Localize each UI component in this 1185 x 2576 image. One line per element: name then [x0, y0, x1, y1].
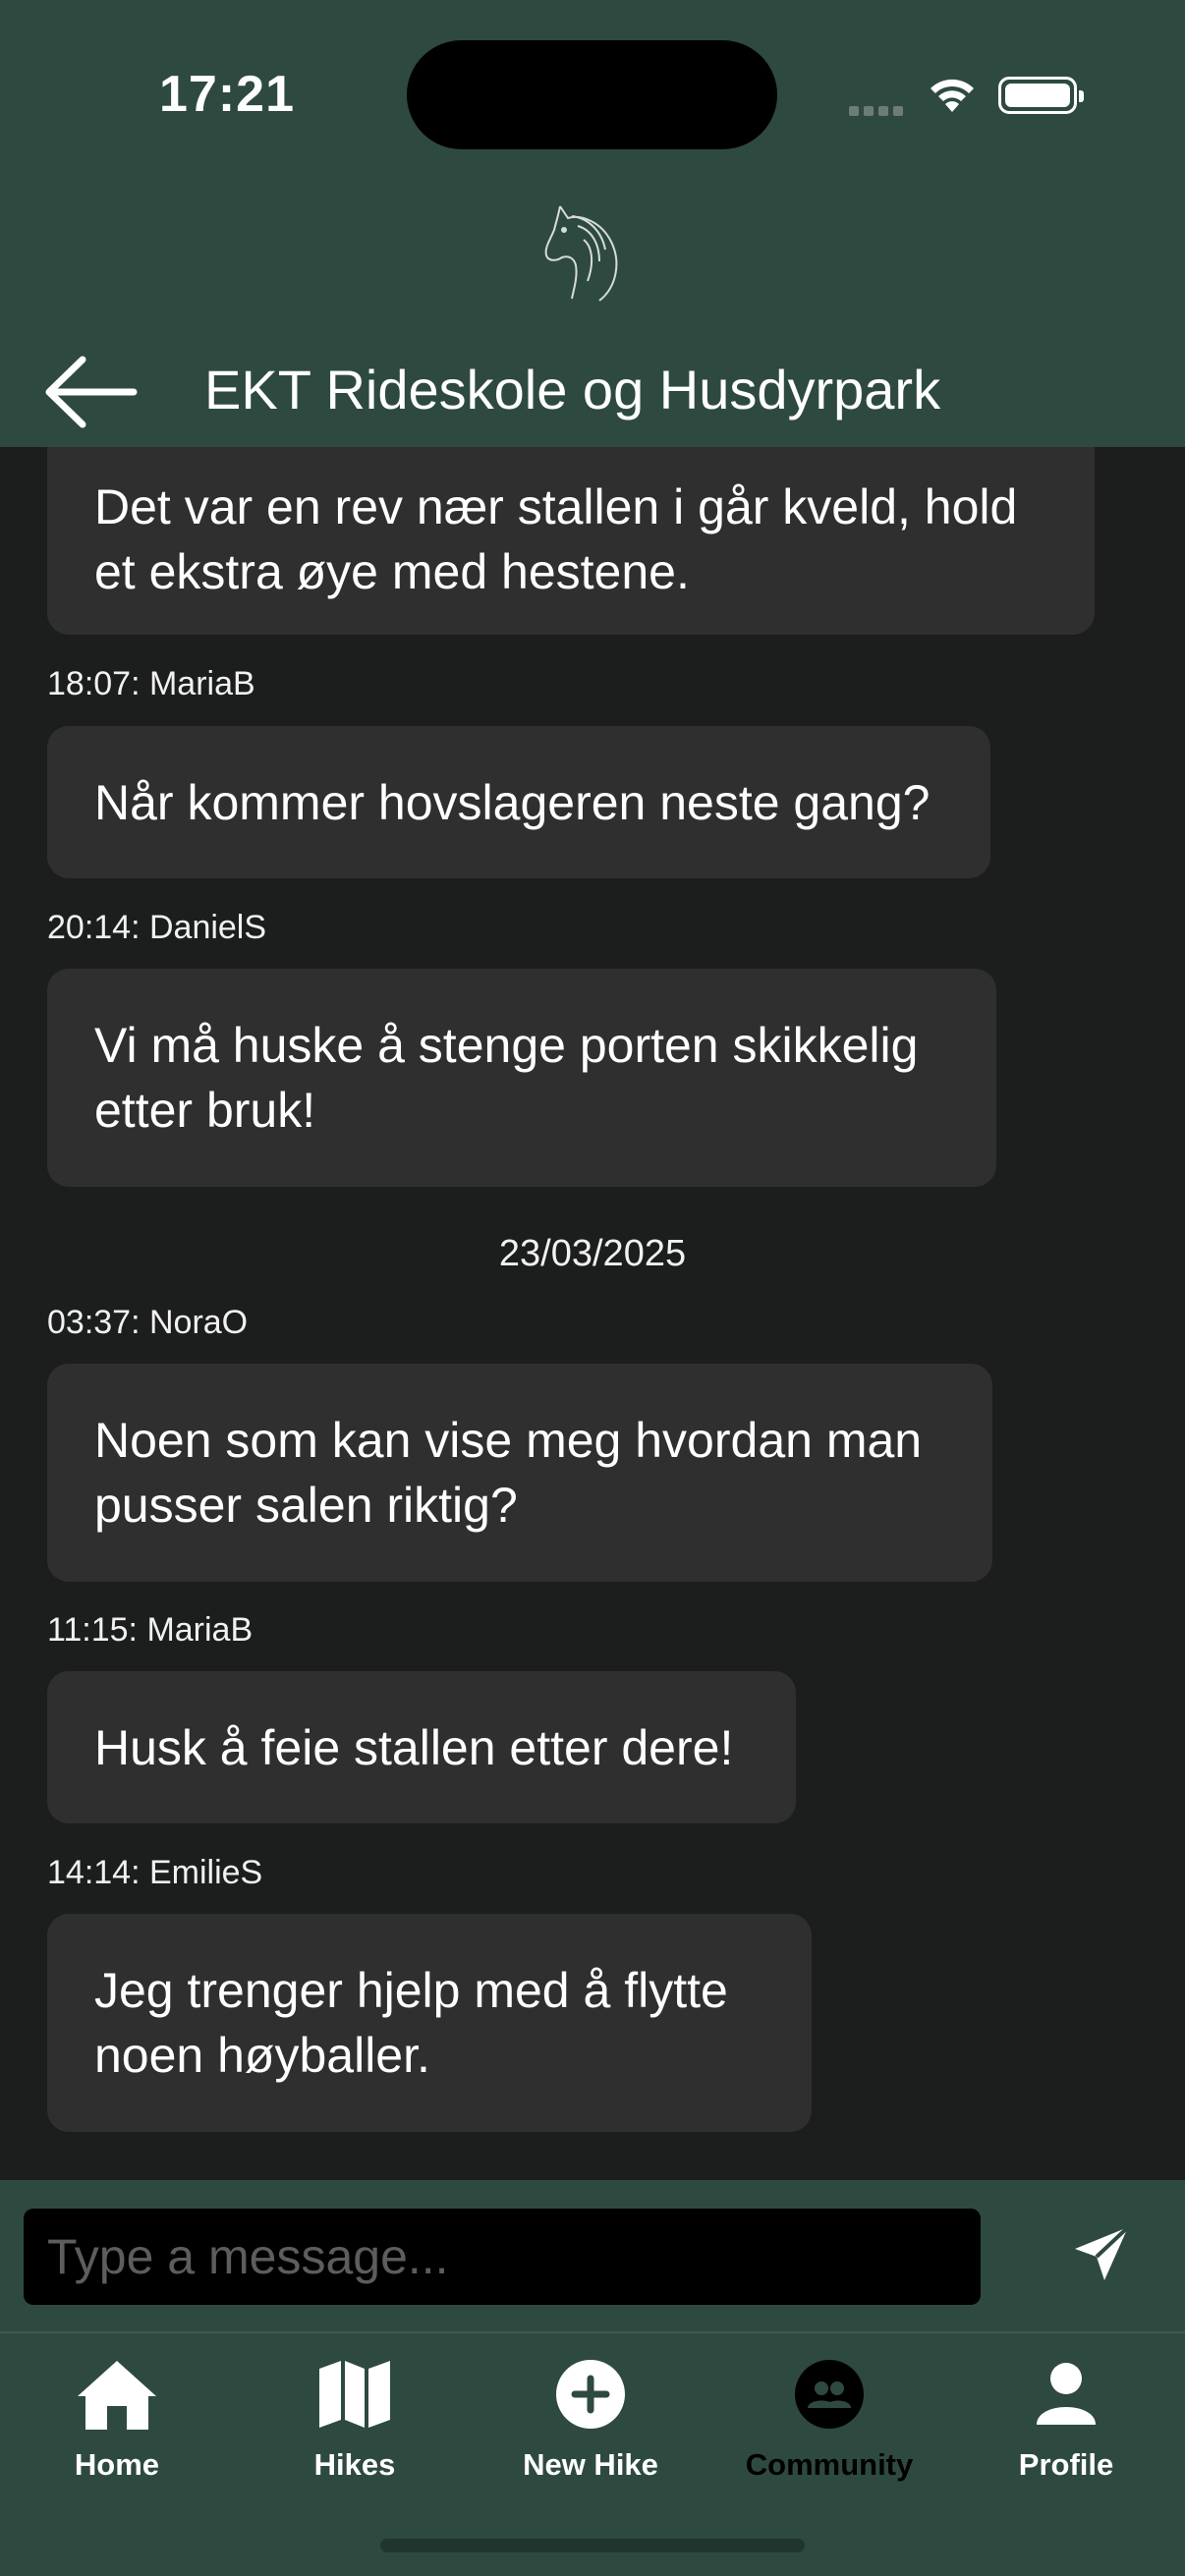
- tab-new-hike[interactable]: New Hike: [492, 2353, 689, 2500]
- message-meta: 18:07: MariaB: [47, 665, 255, 702]
- plus-circle-icon: [492, 2353, 689, 2436]
- message-bubble: Vi må huske å stenge porten skikkelig et…: [47, 969, 996, 1187]
- dynamic-island: [407, 40, 777, 149]
- back-button[interactable]: [43, 350, 141, 434]
- battery-icon: [998, 77, 1084, 114]
- message-bubble: Når kommer hovslageren neste gang?: [47, 726, 990, 878]
- person-icon: [968, 2353, 1164, 2436]
- tab-label: New Hike: [523, 2447, 658, 2482]
- home-indicator: [380, 2539, 805, 2552]
- map-icon: [256, 2353, 453, 2436]
- tab-label: Hikes: [313, 2447, 396, 2482]
- horse-head-icon: [544, 205, 618, 302]
- message-bubble: Det var en rev nær stallen i går kveld, …: [47, 447, 1095, 635]
- message-composer: [0, 2180, 1185, 2331]
- chat-title: EKT Rideskole og Husdyrpark: [204, 359, 941, 420]
- message-bubble: Jeg trenger hjelp med å flytte noen høyb…: [47, 1914, 812, 2132]
- app-header: 17:21 EKT Rideskole og Husdyrpark: [0, 0, 1185, 447]
- message-input[interactable]: [24, 2209, 981, 2305]
- status-time: 17:21: [159, 66, 295, 123]
- tab-label: Home: [74, 2447, 160, 2482]
- message-meta: 11:15: MariaB: [47, 1611, 254, 1649]
- wifi-icon: [931, 79, 974, 112]
- message-list[interactable]: Det var en rev nær stallen i går kveld, …: [0, 447, 1185, 2180]
- tab-profile[interactable]: Profile: [968, 2353, 1164, 2500]
- signal-icon: [849, 103, 908, 121]
- home-icon: [19, 2353, 215, 2436]
- message-bubble: Husk å feie stallen etter dere!: [47, 1671, 796, 1823]
- community-icon: [731, 2353, 928, 2436]
- tab-label: Profile: [1018, 2447, 1114, 2482]
- tab-community[interactable]: Community: [731, 2353, 928, 2500]
- message-meta: 20:14: DanielS: [47, 909, 267, 946]
- send-icon[interactable]: [1071, 2223, 1132, 2284]
- tab-hikes[interactable]: Hikes: [256, 2353, 453, 2500]
- message-meta: 03:37: NoraO: [47, 1304, 249, 1341]
- tab-home[interactable]: Home: [19, 2353, 215, 2500]
- tab-label: Community: [745, 2447, 914, 2482]
- message-bubble: Noen som kan vise meg hvordan man pusser…: [47, 1364, 992, 1582]
- message-meta: 14:14: EmilieS: [47, 1854, 263, 1891]
- date-divider: 23/03/2025: [498, 1233, 687, 1274]
